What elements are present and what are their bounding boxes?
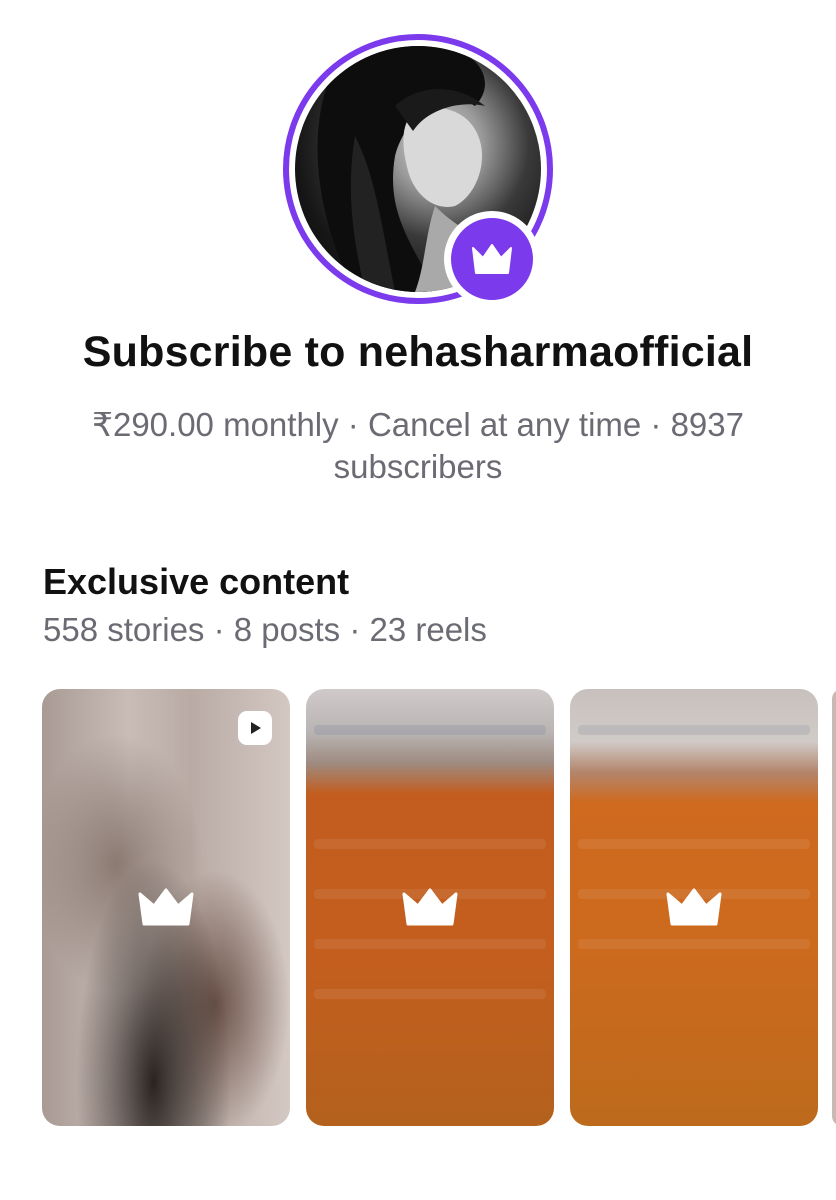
exclusive-post-card[interactable] bbox=[570, 689, 818, 1126]
next-card-peek[interactable] bbox=[832, 689, 836, 1126]
exclusive-content-counts: 558 stories · 8 posts · 23 reels bbox=[43, 611, 487, 648]
subscriber-crown-badge bbox=[444, 211, 540, 307]
crown-icon bbox=[664, 884, 724, 932]
crown-icon bbox=[136, 884, 196, 932]
crown-icon bbox=[472, 244, 512, 274]
exclusive-content-heading: Exclusive content bbox=[43, 561, 350, 602]
subscription-details: ₹290.00 monthly · Cancel at any time · 8… bbox=[91, 406, 744, 485]
crown-icon bbox=[400, 884, 460, 932]
exclusive-post-card[interactable] bbox=[306, 689, 554, 1126]
subscription-page: Subscribe to nehasharmaofficial ₹290.00 … bbox=[0, 0, 836, 1200]
page-title: Subscribe to nehasharmaofficial bbox=[82, 328, 754, 376]
reel-play-icon bbox=[238, 711, 272, 745]
exclusive-reel-card[interactable] bbox=[42, 689, 290, 1126]
